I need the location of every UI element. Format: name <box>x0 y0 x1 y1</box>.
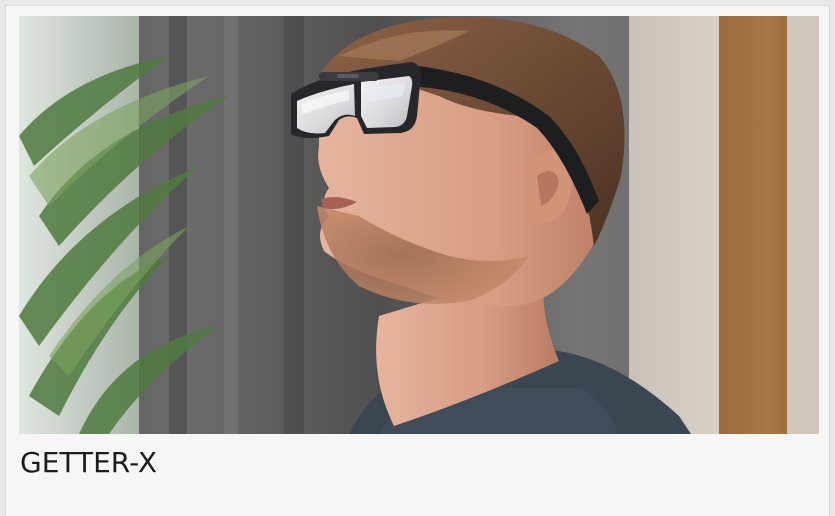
product-photo[interactable] <box>19 16 819 434</box>
product-title[interactable]: GETTER-X <box>20 443 157 483</box>
product-card[interactable]: GETTER-X <box>5 5 830 516</box>
